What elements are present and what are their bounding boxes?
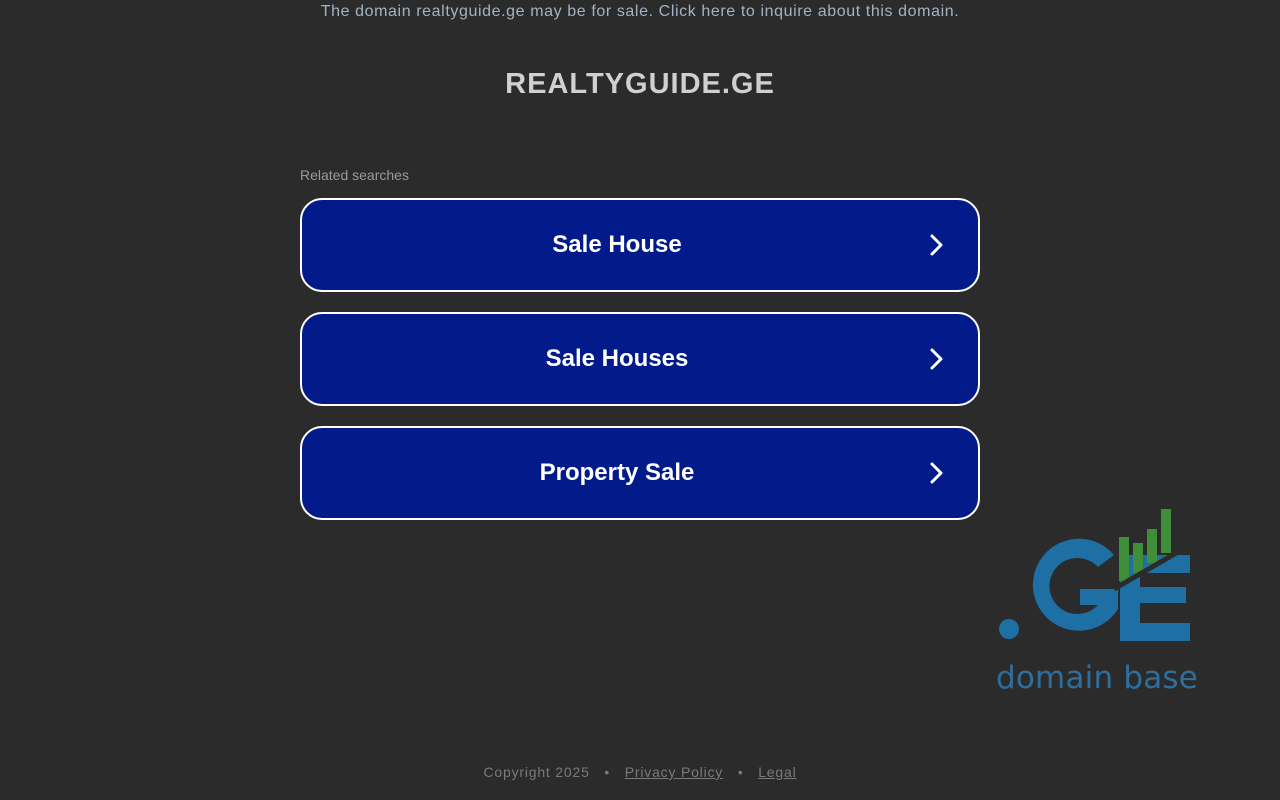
chevron-right-icon [930, 462, 943, 484]
related-searches-list: Sale House Sale Houses Property Sale [300, 198, 980, 540]
domain-base-logo[interactable]: domain base [994, 505, 1198, 700]
ge-logo-mark-icon [999, 509, 1192, 641]
chevron-right-icon [930, 234, 943, 256]
domain-title: REALTYGUIDE.GE [505, 68, 775, 100]
footer-separator: • [604, 764, 611, 780]
search-button-label: Property Sale [539, 459, 695, 486]
privacy-policy-link[interactable]: Privacy Policy [625, 764, 723, 780]
search-button-label: Sale House [552, 231, 682, 258]
legal-link[interactable]: Legal [758, 764, 796, 780]
page: The domain realtyguide.ge may be for sal… [0, 0, 1280, 800]
domain-sale-banner-link[interactable]: The domain realtyguide.ge may be for sal… [0, 3, 1280, 21]
footer-separator: • [737, 764, 744, 780]
copyright-text: Copyright 2025 [483, 764, 590, 780]
search-button-sale-house[interactable]: Sale House [300, 198, 980, 292]
search-button-property-sale[interactable]: Property Sale [300, 426, 980, 520]
related-searches-label: Related searches [300, 167, 409, 183]
search-button-label: Sale Houses [545, 345, 689, 372]
logo-caption: domain base [996, 660, 1199, 696]
search-button-sale-houses[interactable]: Sale Houses [300, 312, 980, 406]
footer: Copyright 2025 • Privacy Policy • Legal [0, 764, 1280, 780]
chevron-right-icon [930, 348, 943, 370]
